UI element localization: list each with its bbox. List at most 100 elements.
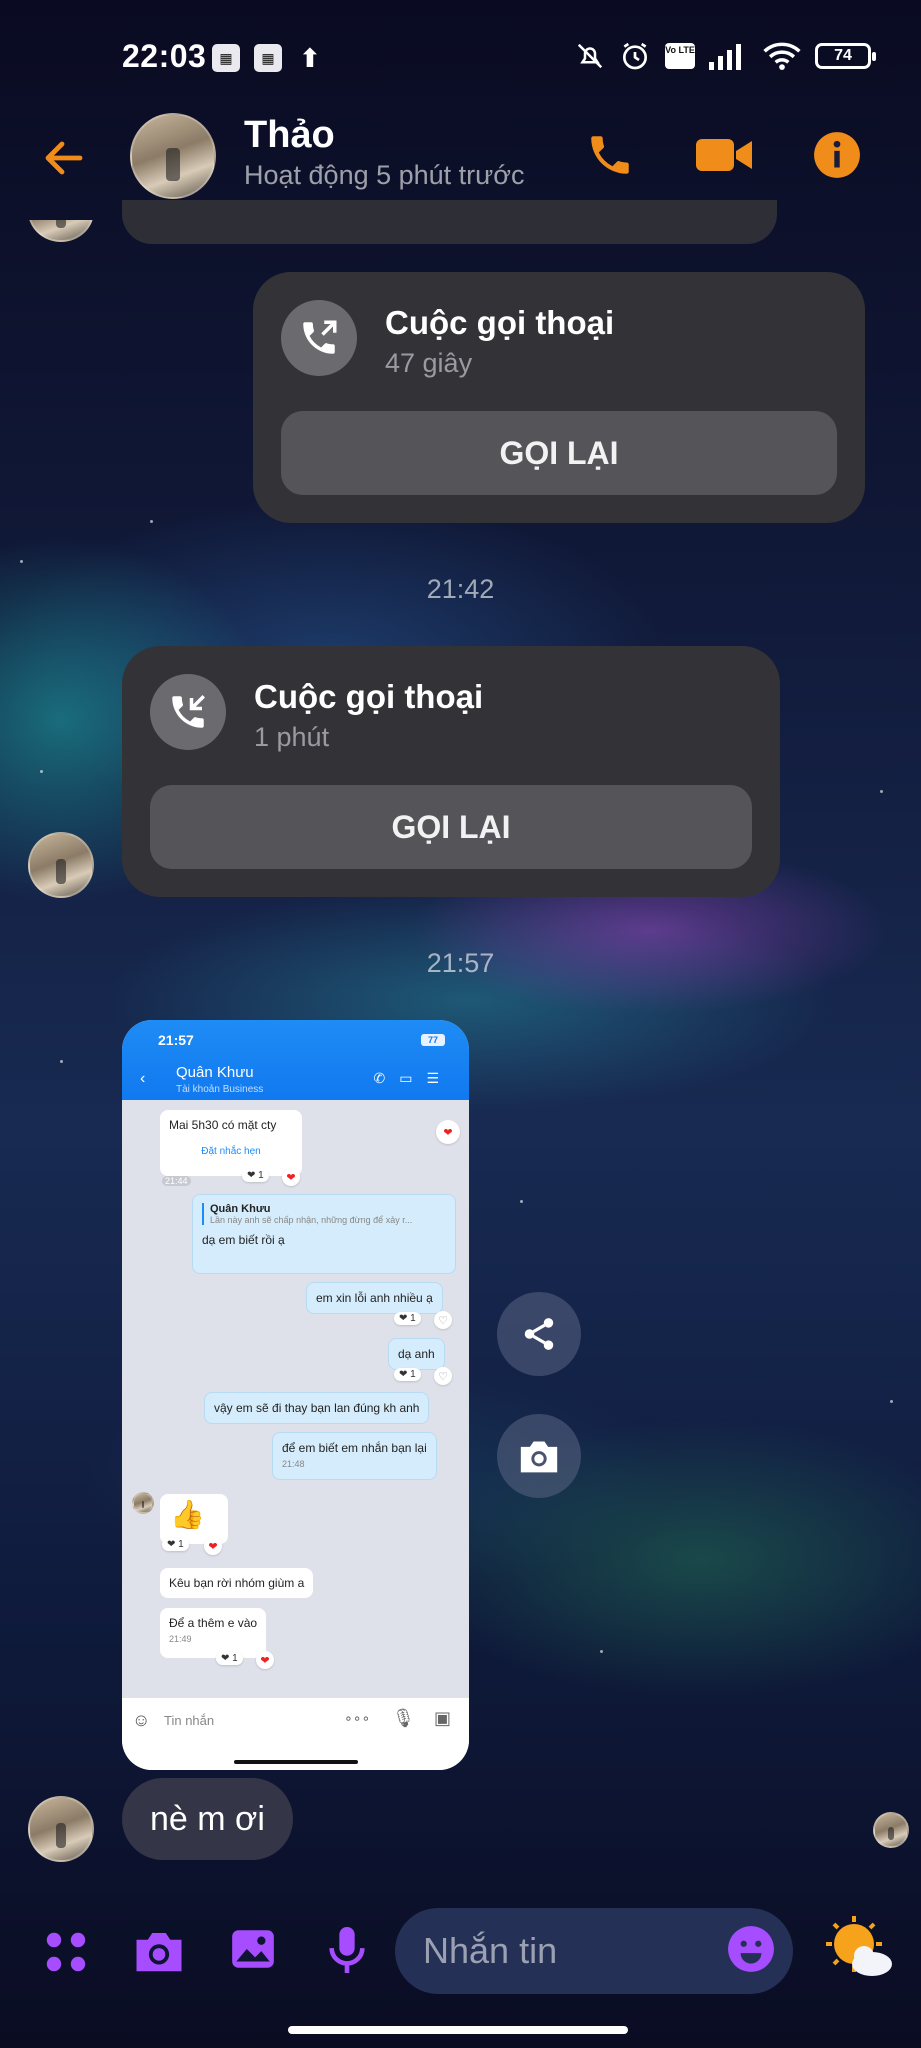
share-icon	[524, 1318, 554, 1350]
shot-toolbar-icons: ✆▭☰	[373, 1070, 453, 1086]
image-message[interactable]: 21:57 77 ‹ Quân Khưu Tài khoản Business …	[122, 1020, 469, 1770]
shot-more-icon: ∘∘∘	[344, 1710, 371, 1726]
contact-avatar[interactable]	[130, 113, 216, 199]
call-title: Cuộc gọi thoại	[254, 678, 484, 715]
shot-heart-outline: ♡	[434, 1367, 452, 1385]
shot-time-label: 21:44	[162, 1176, 191, 1186]
timestamp: 21:42	[426, 574, 495, 604]
back-button[interactable]	[40, 134, 88, 187]
shot-bubble: vậy em sẽ đi thay bạn lan đúng kh anh	[204, 1392, 430, 1424]
star	[600, 1650, 603, 1653]
incoming-call-icon	[172, 695, 205, 728]
video-call-button[interactable]	[694, 130, 754, 185]
shot-reaction-count: ❤ 1	[162, 1538, 189, 1551]
shot-contact-name: Quân Khưu	[176, 1064, 254, 1081]
gallery-button[interactable]	[228, 1924, 278, 1979]
camera-action-button[interactable]	[497, 1414, 581, 1498]
shot-time: 21:57	[158, 1032, 194, 1048]
battery-indicator: 74	[815, 43, 876, 69]
phone-icon	[591, 136, 629, 174]
shot-reaction-count: ❤ 1	[394, 1312, 421, 1325]
contact-avatar-small	[28, 1796, 94, 1862]
call-icon-wrapper	[281, 300, 357, 376]
home-indicator	[288, 2026, 628, 2034]
composer-bar: Nhắn tin	[0, 1900, 921, 2000]
shot-bubble: Để a thêm e vào 21:49	[160, 1608, 267, 1658]
timestamp: 21:57	[426, 948, 495, 978]
call-message-card[interactable]: Cuộc gọi thoại 47 giây GỌI LẠI	[253, 272, 865, 523]
emoji-button[interactable]	[726, 1924, 776, 1979]
emoji-icon	[728, 1926, 774, 1972]
weather-sticker-button[interactable]	[824, 1916, 896, 1987]
call-back-button[interactable]: GỌI LẠI	[150, 785, 752, 869]
status-bar: 22:03 ▦ ▦ ⬆ Vo LTE 74	[0, 0, 921, 120]
previous-message-bubble	[122, 200, 777, 244]
shot-back-icon: ‹	[140, 1070, 146, 1087]
wifi-icon	[763, 42, 801, 70]
contact-avatar-small	[28, 832, 94, 898]
shot-heart-reaction: ❤	[436, 1120, 460, 1144]
shot-bubble: Mai 5h30 có mặt cty Đặt nhắc hẹn	[160, 1110, 302, 1176]
voice-message-button[interactable]	[324, 1924, 370, 1981]
shot-bubble: em xin lỗi anh nhiều ạ	[306, 1282, 443, 1314]
shot-heart-outline: ♡	[434, 1311, 452, 1329]
volte-icon: Vo LTE	[665, 43, 695, 69]
status-time: 22:03	[122, 38, 207, 74]
camera-button[interactable]	[132, 1926, 186, 1981]
signal-icon	[709, 44, 741, 70]
outgoing-call-icon	[303, 320, 337, 354]
grid-dots-icon	[46, 1932, 86, 1972]
shot-input-bar: ☺ Tin nhắn ∘∘∘ 🎙 ▣	[122, 1698, 469, 1770]
star	[890, 1400, 893, 1403]
shot-reaction-count: ❤ 1	[216, 1652, 243, 1665]
shot-battery: 77	[421, 1034, 445, 1046]
info-button[interactable]	[812, 130, 862, 185]
shot-mic-icon: 🎙	[392, 1708, 415, 1728]
star	[150, 520, 153, 523]
shot-bubble-emoji: 👍	[160, 1494, 228, 1544]
shot-bubble: để em biết em nhắn bạn lại 21:48	[272, 1432, 437, 1480]
shot-bubble: dạ anh	[388, 1338, 445, 1370]
text-message-bubble[interactable]: nè m ơi	[122, 1778, 293, 1860]
voice-call-button[interactable]	[585, 130, 635, 185]
shot-heart-reaction: ❤	[204, 1537, 222, 1555]
shot-bubble: Kêu bạn rời nhóm giùm a	[160, 1568, 314, 1598]
shot-heart-reaction: ❤	[282, 1168, 300, 1186]
share-button[interactable]	[497, 1292, 581, 1376]
star	[880, 790, 883, 793]
microphone-icon	[329, 1927, 365, 1973]
shot-bubble-reply: Quân Khưu Lần này anh sẽ chấp nhận, nhữn…	[192, 1194, 456, 1274]
image-icon	[232, 1930, 274, 1968]
camera-icon	[136, 1933, 182, 1972]
shot-image-icon: ▣	[434, 1708, 452, 1728]
gallery-notification-icon: ▦	[212, 44, 240, 72]
contact-name[interactable]: Thảo	[244, 114, 335, 157]
shot-reaction-count: ❤ 1	[242, 1169, 269, 1182]
call-back-button[interactable]: GỌI LẠI	[281, 411, 837, 495]
more-actions-button[interactable]	[42, 1928, 90, 1981]
shot-reaction-count: ❤ 1	[394, 1368, 421, 1381]
gallery-notification-icon: ▦	[254, 44, 282, 72]
call-duration: 47 giây	[385, 348, 473, 378]
camera-icon	[520, 1441, 558, 1473]
shot-home-indicator	[234, 1760, 358, 1764]
star	[40, 770, 43, 773]
star	[520, 1200, 523, 1203]
shot-heart-reaction: ❤	[256, 1651, 274, 1669]
call-icon-wrapper	[150, 674, 226, 750]
call-duration: 1 phút	[254, 722, 330, 752]
chat-header: Thảo Hoạt động 5 phút trước	[0, 110, 921, 210]
seen-receipt-avatar	[873, 1812, 909, 1848]
shot-header: 21:57 77 ‹ Quân Khưu Tài khoản Business …	[122, 1020, 469, 1100]
call-message-card[interactable]: Cuộc gọi thoại 1 phút GỌI LẠI	[122, 646, 780, 897]
shot-sticker-icon: ☺	[132, 1710, 151, 1730]
call-title: Cuộc gọi thoại	[385, 304, 615, 341]
sun-cloud-icon	[826, 1916, 892, 1976]
shot-input-placeholder: Tin nhắn	[164, 1713, 215, 1728]
contact-status: Hoạt động 5 phút trước	[244, 160, 525, 190]
upload-icon: ⬆	[299, 42, 321, 73]
video-camera-icon	[696, 139, 752, 171]
star	[60, 1060, 63, 1063]
status-right: Vo LTE 74	[575, 40, 876, 72]
mute-bell-icon	[577, 43, 603, 69]
